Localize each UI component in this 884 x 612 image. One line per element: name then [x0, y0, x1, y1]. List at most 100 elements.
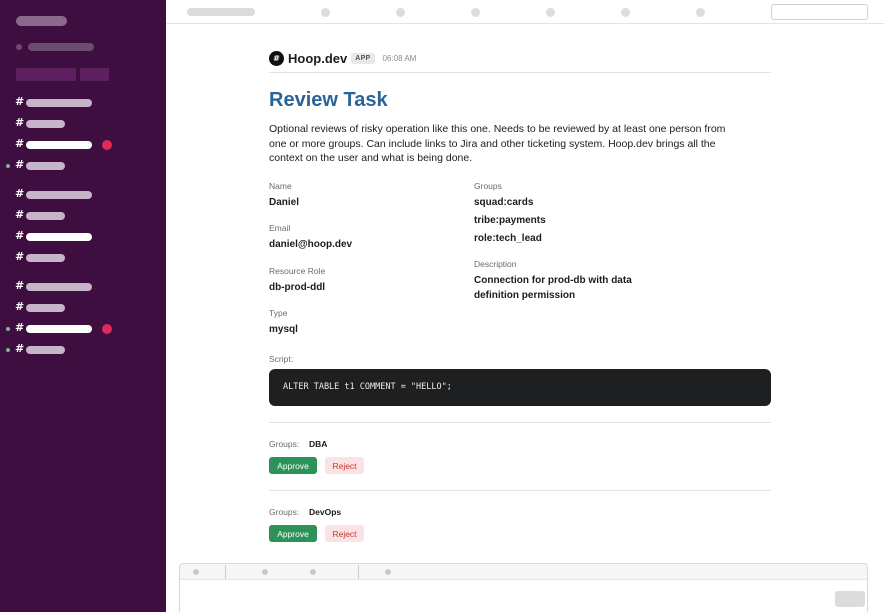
sidebar-channel-unread[interactable]: # [0, 320, 166, 338]
search-input[interactable] [771, 4, 868, 20]
header-action-icon[interactable] [471, 8, 480, 17]
channel-title-placeholder[interactable] [187, 8, 255, 16]
sidebar-channel[interactable]: # [0, 157, 166, 175]
divider [269, 490, 771, 491]
header-action-icon[interactable] [621, 8, 630, 17]
message-composer[interactable] [179, 563, 868, 612]
header-action-icon[interactable] [696, 8, 705, 17]
channel-name-placeholder [26, 346, 65, 354]
section-header-placeholder[interactable] [80, 68, 109, 81]
sidebar-channel[interactable]: # [0, 207, 166, 225]
sidebar-channel[interactable]: # [0, 249, 166, 267]
section-header-placeholder[interactable] [16, 68, 76, 81]
sidebar-channel[interactable]: # [0, 94, 166, 112]
hash-icon: # [15, 250, 25, 263]
sidebar: # # # # # # # # # # # # [0, 0, 166, 612]
header-action-icon[interactable] [396, 8, 405, 17]
hash-icon: # [15, 229, 25, 242]
channel-name-placeholder [26, 254, 65, 262]
sidebar-channel-unread[interactable]: # [0, 136, 166, 154]
channel-name-placeholder [26, 283, 92, 291]
reject-button[interactable]: Reject [325, 457, 364, 474]
presence-dot [6, 164, 10, 168]
toolbar-separator [225, 565, 226, 579]
sidebar-channel[interactable]: # [0, 115, 166, 133]
type-label: Type [269, 308, 288, 318]
app-name[interactable]: Hoop.dev [288, 51, 347, 66]
hash-icon: # [15, 321, 25, 334]
group-value: role:tech_lead [474, 233, 542, 244]
sidebar-channel[interactable]: # [0, 341, 166, 359]
header-action-icon[interactable] [321, 8, 330, 17]
unread-badge [102, 140, 112, 150]
header-action-icon[interactable] [546, 8, 555, 17]
reject-button[interactable]: Reject [325, 525, 364, 542]
message-timestamp[interactable]: 06:08 AM [383, 54, 417, 63]
review-groups-label: Groups: [269, 439, 300, 449]
email-label: Email [269, 223, 291, 233]
sidebar-channel[interactable]: # [0, 228, 166, 246]
channel-name-placeholder [26, 99, 92, 107]
email-value: daniel@hoop.dev [269, 239, 353, 250]
script-code: ALTER TABLE t1 COMMENT = "HELLO"; [283, 382, 452, 392]
hash-icon: # [15, 342, 25, 355]
channel-name-placeholder [26, 191, 92, 199]
sidebar-channel[interactable]: # [0, 299, 166, 317]
divider [269, 422, 771, 423]
presence-dot [6, 327, 10, 331]
format-icon[interactable] [385, 569, 391, 575]
resource-role-value: db-prod-ddl [269, 282, 326, 293]
approve-button[interactable]: Approve [269, 525, 317, 542]
status-dot [16, 44, 22, 50]
script-label: Script: [269, 354, 294, 364]
review-groups-label: Groups: [269, 507, 300, 517]
app-badge: APP [351, 52, 375, 64]
presence-dot [6, 348, 10, 352]
hash-icon: # [15, 95, 25, 108]
sidebar-channel[interactable]: # [0, 278, 166, 296]
task-description: Optional reviews of risky operation like… [269, 123, 726, 164]
hash-icon: # [15, 208, 25, 221]
hash-icon: # [15, 116, 25, 129]
channel-name-placeholder [26, 233, 92, 241]
approve-button[interactable]: Approve [269, 457, 317, 474]
description-value: Connection for prod-db with data definit… [474, 275, 632, 301]
user-name-placeholder[interactable] [28, 43, 94, 51]
name-value: Daniel [269, 197, 300, 208]
channel-name-placeholder [26, 304, 65, 312]
message-header: # Hoop.dev APP 06:08 AM [269, 48, 416, 68]
channel-name-placeholder [26, 325, 92, 333]
channel-header [166, 0, 884, 24]
send-button[interactable] [835, 591, 865, 607]
name-label: Name [269, 181, 292, 191]
description-label: Description [474, 259, 517, 269]
format-icon[interactable] [193, 569, 199, 575]
channel-name-placeholder [26, 212, 65, 220]
format-icon[interactable] [310, 569, 316, 575]
hoop-logo-icon[interactable]: # [269, 50, 284, 66]
sidebar-channel[interactable]: # [0, 186, 166, 204]
group-value: tribe:payments [474, 215, 546, 226]
group-value: squad:cards [474, 197, 534, 208]
channel-name-placeholder [26, 120, 65, 128]
review-group-name: DevOps [309, 507, 342, 517]
groups-label: Groups [474, 181, 502, 191]
composer-toolbar [180, 564, 867, 580]
toolbar-separator [358, 565, 359, 579]
type-value: mysql [269, 324, 298, 335]
hash-icon: # [15, 279, 25, 292]
divider [269, 72, 771, 73]
channel-name-placeholder [26, 162, 65, 170]
script-code-block: ALTER TABLE t1 COMMENT = "HELLO"; [269, 369, 771, 406]
format-icon[interactable] [262, 569, 268, 575]
hash-icon: # [15, 187, 25, 200]
workspace-name-placeholder[interactable] [16, 16, 67, 26]
hash-icon: # [15, 137, 25, 150]
hash-icon: # [15, 300, 25, 313]
unread-badge [102, 324, 112, 334]
resource-role-label: Resource Role [269, 266, 326, 276]
channel-name-placeholder [26, 141, 92, 149]
review-group-name: DBA [309, 439, 328, 449]
hash-icon: # [15, 158, 25, 171]
page-title: Review Task [269, 89, 388, 111]
